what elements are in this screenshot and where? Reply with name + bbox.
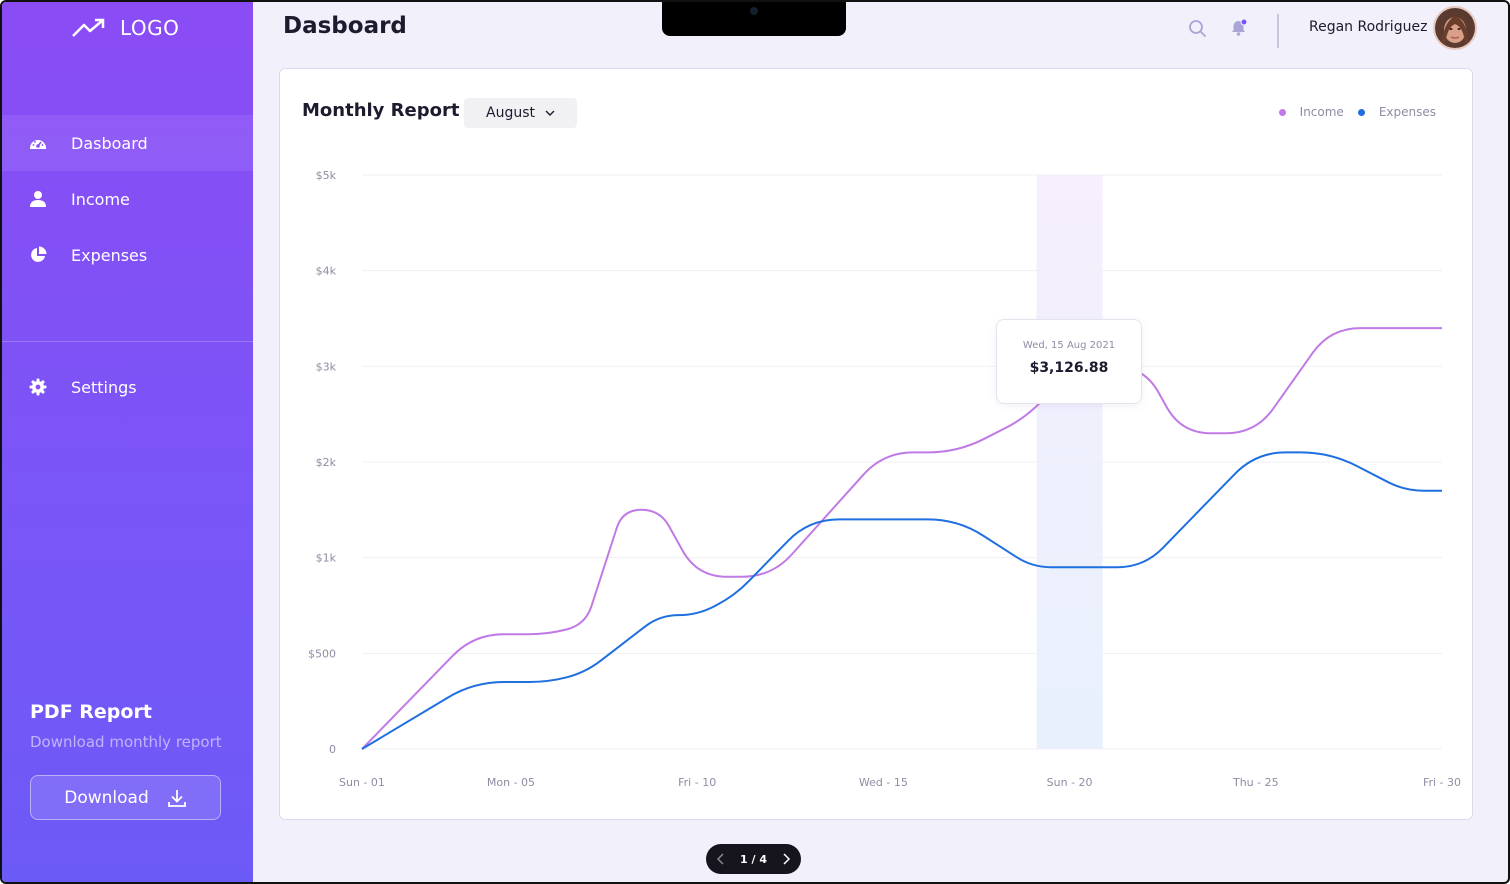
legend-dot xyxy=(1357,108,1365,116)
download-button-label: Download xyxy=(64,787,149,808)
card-title: Monthly Report xyxy=(302,100,460,121)
x-tick-label: Wed - 15 xyxy=(859,776,908,789)
camera-notch xyxy=(662,2,846,36)
x-tick-label: Thu - 25 xyxy=(1232,776,1279,789)
sidebar-item-expenses[interactable]: Expenses xyxy=(2,227,253,283)
dashboard-gauge-icon xyxy=(30,140,46,149)
monthly-report-card: 0 $500 $1k $2k $3k $4k $5k Sun - 01 Mon - 05 Fri … xyxy=(279,68,1473,820)
series-line-income xyxy=(361,327,1443,750)
chevron-left-icon[interactable] xyxy=(716,852,726,866)
series-line-expenses xyxy=(361,451,1442,750)
user-name[interactable]: Regan Rodriguez xyxy=(1309,19,1427,35)
month-select-value: August xyxy=(486,105,535,121)
notification-bell-icon[interactable] xyxy=(1229,18,1249,42)
tooltip-date: Wed, 15 Aug 2021 xyxy=(1022,340,1116,351)
sidebar-divider xyxy=(2,341,253,342)
sidebar-item-label: Dasboard xyxy=(71,133,148,153)
legend-item-expenses: Expenses xyxy=(1357,105,1436,119)
download-button[interactable]: Download xyxy=(30,775,221,820)
sidebar-item-label: Settings xyxy=(71,377,137,397)
x-tick-label: Mon - 05 xyxy=(487,776,535,789)
page-indicator: 1 / 4 xyxy=(740,852,767,866)
logo-text: LOGO xyxy=(120,16,180,40)
x-tick-label: Sun - 20 xyxy=(1047,776,1093,789)
legend-label: Income xyxy=(1299,105,1344,119)
avatar[interactable] xyxy=(1433,6,1477,50)
search-icon[interactable] xyxy=(1188,19,1207,42)
y-tick-label: 0 xyxy=(329,743,336,756)
tooltip-value: $3,126.88 xyxy=(1029,360,1109,376)
gear-icon xyxy=(29,378,47,396)
x-tick-label: Sun - 01 xyxy=(339,776,385,789)
x-tick-label: Fri - 30 xyxy=(1423,776,1461,789)
y-tick-label: $1k xyxy=(316,552,337,565)
user-icon xyxy=(30,191,46,207)
pdf-report-subtitle: Download monthly report xyxy=(30,733,222,751)
legend-label: Expenses xyxy=(1378,105,1436,119)
logo[interactable]: LOGO xyxy=(72,16,179,40)
header-divider xyxy=(1277,14,1279,48)
pdf-report-title: PDF Report xyxy=(30,701,152,723)
chart-tooltip: Wed, 15 Aug 2021 $3,126.88 xyxy=(996,319,1142,404)
sidebar-item-dashboard[interactable]: Dasboard xyxy=(2,115,253,171)
sidebar-item-label: Income xyxy=(71,189,130,209)
y-tick-label: $4k xyxy=(316,265,337,278)
legend-dot xyxy=(1278,108,1286,116)
y-tick-label: $3k xyxy=(316,360,337,373)
x-tick-label: Fri - 10 xyxy=(678,776,716,789)
month-select[interactable]: August xyxy=(464,98,577,128)
pie-chart-icon xyxy=(31,246,47,262)
page-title: Dasboard xyxy=(283,13,407,39)
y-tick-label: $500 xyxy=(308,647,336,660)
top-header: Dasboard Regan Rodriguez xyxy=(253,2,1508,58)
sidebar-item-income[interactable]: Income xyxy=(2,171,253,227)
legend-item-income: Income xyxy=(1278,105,1344,119)
y-tick-label: $2k xyxy=(316,456,337,469)
download-icon xyxy=(167,789,186,807)
sidebar-item-settings[interactable]: Settings xyxy=(2,359,253,415)
chevron-down-icon xyxy=(545,110,555,116)
y-tick-label: $5k xyxy=(316,169,337,182)
sidebar: LOGO Dasboard Income Expenses Settings P… xyxy=(2,2,253,882)
chevron-right-icon[interactable] xyxy=(781,852,791,866)
app-window: LOGO Dasboard Income Expenses Settings P… xyxy=(0,0,1510,884)
page-pager: 1 / 4 xyxy=(706,844,801,874)
line-chart: 0 $500 $1k $2k $3k $4k $5k Sun - 01 Mon - 05 Fri … xyxy=(308,169,1461,789)
chart-legend: Income Expenses xyxy=(1278,105,1436,119)
trending-up-icon xyxy=(72,18,105,37)
sidebar-item-label: Expenses xyxy=(71,245,148,265)
camera-icon xyxy=(750,7,758,15)
